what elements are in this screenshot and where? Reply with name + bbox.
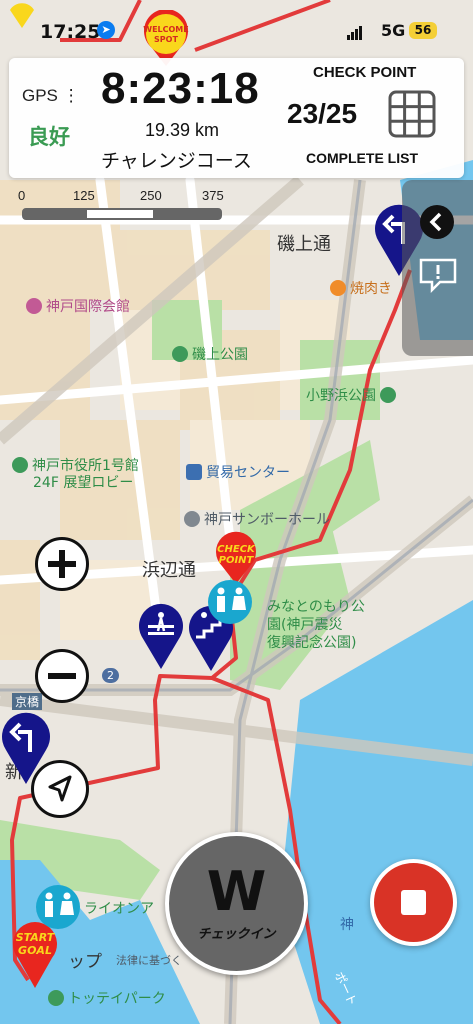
cellular-signal-icon: [347, 25, 363, 44]
status-bar: 17:25 ➤ 5G 56: [0, 0, 473, 60]
map-label-minato-park-3: 復興記念公園): [267, 635, 357, 651]
map-label-kobe: 神: [340, 917, 354, 933]
map-label-minato-park-2: 園(神戸震災: [267, 617, 343, 633]
check-in-label: チェックイン: [197, 927, 276, 942]
crosswalk-pin-icon[interactable]: [136, 601, 186, 671]
map-label-isogami-park: 磯上公園: [172, 344, 248, 364]
checkpoint-count: 23/25: [287, 98, 358, 129]
course-name: チャレンジコース: [101, 150, 252, 172]
map-label-law: 法律に基づく: [116, 954, 182, 967]
road-number-2: 2: [102, 668, 119, 683]
map-label-trade-center: 貿易センター: [186, 462, 290, 482]
elapsed-time: 8:23:18: [101, 64, 260, 113]
map-label-hamabe-dori: 浜辺通: [142, 560, 196, 581]
scale-tick-125: 125: [73, 188, 95, 203]
check-in-logo: W: [206, 860, 267, 923]
check-point-pin-line2: POINT: [219, 555, 255, 566]
stop-button[interactable]: [370, 859, 457, 946]
map-label-trade-center-text: 貿易センター: [206, 465, 290, 481]
map-label-lion: ライオンア: [84, 901, 154, 917]
check-in-button[interactable]: W チェックイン: [165, 832, 308, 975]
scale-tick-250: 250: [140, 188, 162, 203]
zoom-out-button[interactable]: [35, 649, 89, 703]
scale-bar: [22, 208, 222, 220]
map-label-yakiniku: 焼肉き: [330, 278, 392, 298]
map-label-minato-park-1: みなとのもり公: [267, 599, 365, 615]
collapse-chevron-icon[interactable]: [420, 205, 454, 239]
plus-icon: [48, 550, 76, 578]
map-label-sunbo-hall: 神戸サンボーホール: [184, 509, 330, 529]
distance: 19.39 km: [145, 120, 220, 140]
app-screen: 磯上通 焼肉き 神戸国際会館 磯上公園 小野浜公園 神戸市役所1号館 24F 展…: [0, 0, 473, 1024]
scale-tick-0: 0: [18, 188, 26, 203]
current-location-button[interactable]: [31, 760, 89, 818]
map-label-isogami-park-text: 磯上公園: [192, 347, 248, 363]
zoom-in-button[interactable]: [35, 537, 89, 591]
map-label-yakiniku-text: 焼肉き: [350, 281, 392, 297]
toilet-pin-icon-2[interactable]: [29, 883, 87, 933]
gps-label[interactable]: GPS ⋮: [22, 86, 80, 106]
check-point-pin-line1: CHECK: [217, 544, 256, 555]
location-arrow-icon: [48, 775, 72, 802]
map-label-onohama-park: 小野浜公園: [306, 385, 400, 405]
complete-list-link[interactable]: COMPLETE LIST: [306, 150, 418, 166]
report-issue-icon[interactable]: [418, 257, 458, 293]
toilet-pin-icon[interactable]: [201, 578, 259, 628]
status-time: 17:25: [40, 21, 101, 43]
stop-icon: [401, 890, 426, 915]
battery-indicator: 56: [409, 22, 437, 39]
start-pin-line2: GOAL: [18, 944, 52, 957]
map-label-sunbo-hall-text: 神戸サンボーホール: [204, 512, 330, 528]
map-label-kobe-kokusai: 神戸国際会館: [26, 296, 130, 316]
location-services-icon: ➤: [97, 21, 115, 39]
network-type: 5G: [381, 21, 406, 40]
map-label-onohama-park-text: 小野浜公園: [306, 388, 376, 404]
map-label-isogami-dori: 磯上通: [277, 234, 331, 255]
gps-status: 良好: [28, 125, 70, 149]
map-scale-bar: 0 125 250 375 m: [18, 188, 228, 222]
map-label-map-text: ップ: [68, 952, 102, 972]
minus-icon: [48, 673, 76, 679]
map-label-kobe-kokusai-text: 神戸国際会館: [46, 299, 130, 315]
run-status-panel: GPS ⋮ 良好 8:23:18 19.39 km チャレンジコース CHECK…: [9, 58, 464, 178]
map-label-city-hall-2: 24F 展望ロビー: [33, 475, 134, 491]
map-label-tottei: トッテイパーク: [48, 988, 166, 1008]
checkpoint-label: CHECK POINT: [313, 64, 417, 81]
grid-icon[interactable]: [388, 90, 436, 138]
map-label-tottei-text: トッテイパーク: [68, 991, 166, 1007]
